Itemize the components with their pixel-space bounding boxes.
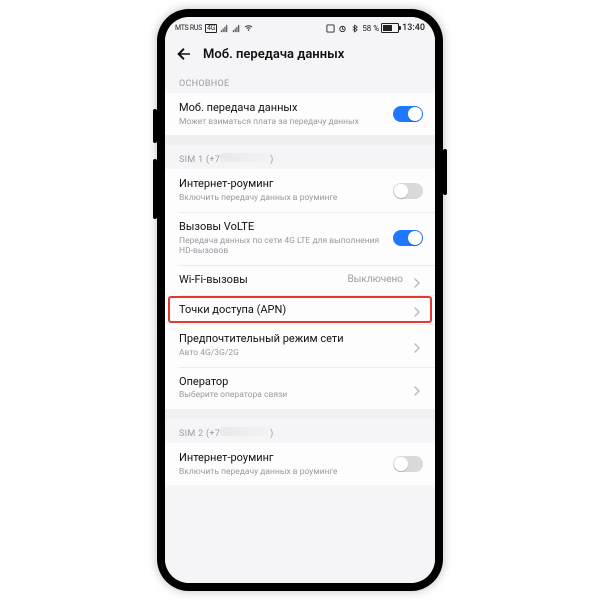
row-value: Выключено bbox=[347, 274, 403, 285]
clock: 13:40 bbox=[402, 23, 425, 33]
page-header: Моб. передача данных bbox=[165, 37, 435, 71]
chevron-right-icon bbox=[411, 382, 423, 394]
row-label: Предпочтительный режим сети bbox=[179, 332, 403, 346]
row-label: Точки доступа (APN) bbox=[179, 303, 403, 317]
redacted-number bbox=[220, 153, 270, 162]
toggle-volte[interactable] bbox=[393, 230, 423, 246]
phone-frame: MTS RUS 4G bbox=[157, 9, 443, 591]
battery-indicator: 58 % bbox=[362, 23, 399, 33]
signal-icon bbox=[232, 24, 241, 33]
row-label: Вызовы VoLTE bbox=[179, 220, 385, 234]
toggle-roaming-sim1[interactable] bbox=[393, 183, 423, 199]
toggle-roaming-sim2[interactable] bbox=[393, 456, 423, 472]
bluetooth-icon bbox=[350, 24, 359, 33]
page-title: Моб. передача данных bbox=[203, 47, 344, 62]
row-roaming-sim2[interactable]: Интернет-роуминг Включить передачу данны… bbox=[165, 443, 435, 485]
row-label: Интернет-роуминг bbox=[179, 451, 385, 465]
row-sub: Передача данных по сети 4G LTE для выпол… bbox=[179, 236, 385, 257]
battery-percent: 58 % bbox=[362, 24, 379, 33]
row-apn[interactable]: Точки доступа (APN) bbox=[165, 295, 435, 325]
status-bar: MTS RUS 4G bbox=[165, 17, 435, 37]
row-label: Интернет-роуминг bbox=[179, 177, 385, 191]
section-header-sim2: SIM 2 (+7) bbox=[165, 419, 435, 443]
section-header-sim1: SIM 1 (+7) bbox=[165, 145, 435, 169]
section-header-main: ОСНОВНОЕ bbox=[165, 71, 435, 93]
row-volte[interactable]: Вызовы VoLTE Передача данных по сети 4G … bbox=[165, 212, 435, 265]
row-network-mode[interactable]: Предпочтительный режим сети Авто 4G/3G/2… bbox=[165, 324, 435, 366]
row-sub: Включить передачу данных в роуминге bbox=[179, 467, 385, 478]
nfc-icon bbox=[326, 24, 335, 33]
row-roaming-sim1[interactable]: Интернет-роуминг Включить передачу данны… bbox=[165, 169, 435, 211]
highlight-apn: Точки доступа (APN) bbox=[165, 295, 435, 325]
row-wifi-calls[interactable]: Wi-Fi-вызовы Выключено bbox=[165, 265, 435, 295]
row-sub: Может взиматься плата за передачу данных bbox=[179, 117, 385, 128]
chevron-right-icon bbox=[411, 339, 423, 351]
power-button bbox=[443, 149, 447, 195]
row-mobile-data[interactable]: Моб. передача данных Может взиматься пла… bbox=[165, 93, 435, 135]
alarm-icon bbox=[338, 24, 347, 33]
chevron-right-icon bbox=[411, 303, 423, 315]
redacted-number bbox=[220, 427, 270, 436]
row-sub: Авто 4G/3G/2G bbox=[179, 348, 403, 359]
wifi-icon bbox=[244, 24, 253, 33]
network-badge: 4G bbox=[205, 24, 217, 33]
row-label: Моб. передача данных bbox=[179, 101, 385, 115]
screen: MTS RUS 4G bbox=[165, 17, 435, 583]
row-operator[interactable]: Оператор Выберите оператора связи bbox=[165, 367, 435, 409]
toggle-mobile-data[interactable] bbox=[393, 106, 423, 122]
volume-button bbox=[153, 109, 157, 143]
row-label: Wi-Fi-вызовы bbox=[179, 273, 339, 287]
volume-button bbox=[153, 159, 157, 219]
settings-list: ОСНОВНОЕ Моб. передача данных Может взим… bbox=[165, 71, 435, 583]
row-sub: Выберите оператора связи bbox=[179, 390, 403, 401]
back-icon[interactable] bbox=[175, 45, 193, 63]
row-sub: Включить передачу данных в роуминге bbox=[179, 193, 385, 204]
signal-icon bbox=[220, 24, 229, 33]
carrier-label: MTS RUS bbox=[175, 24, 202, 32]
chevron-right-icon bbox=[411, 274, 423, 286]
row-label: Оператор bbox=[179, 375, 403, 389]
